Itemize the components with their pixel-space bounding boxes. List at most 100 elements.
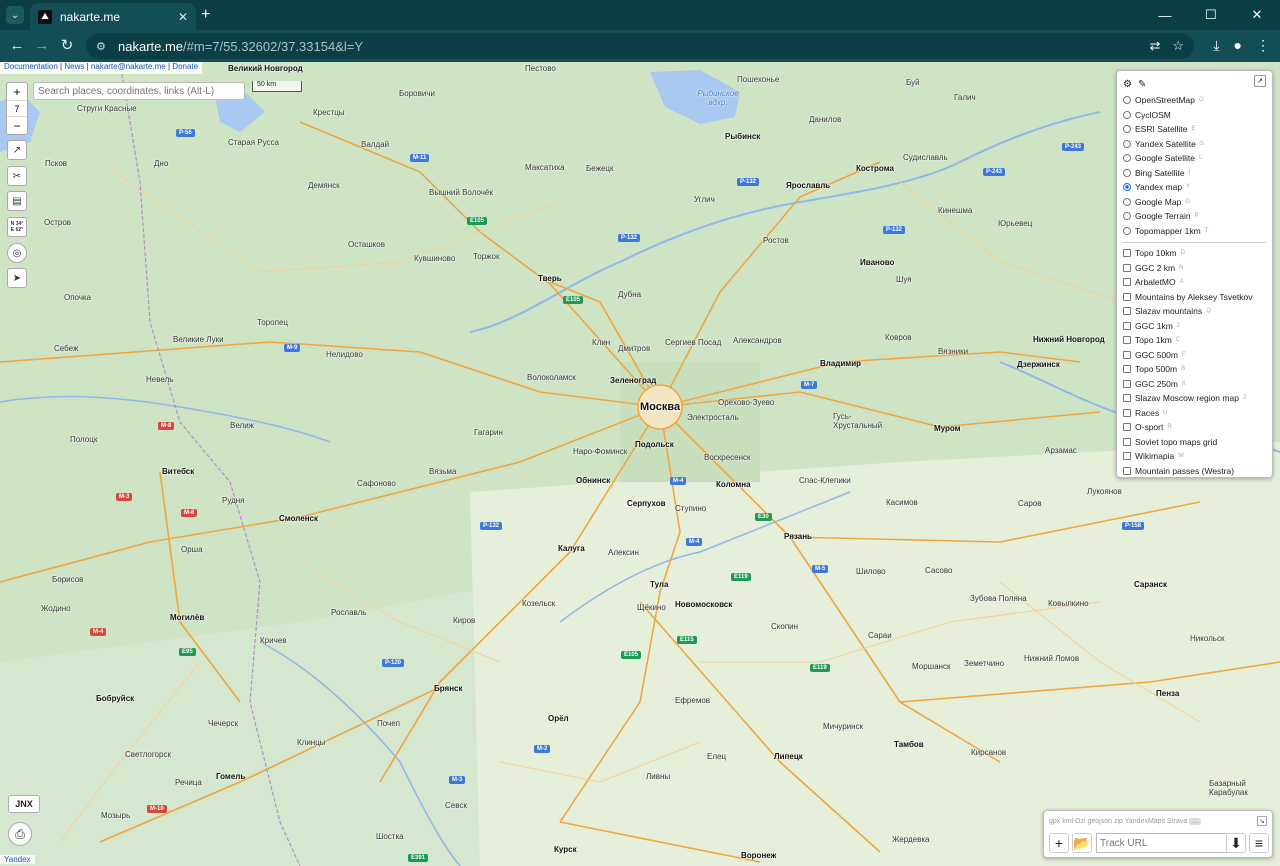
layer-radio[interactable] — [1123, 226, 1131, 235]
maximize-icon[interactable]: ☐ — [1188, 0, 1234, 30]
site-info-icon[interactable]: ⚙ — [96, 40, 110, 53]
reload-icon[interactable]: ↻ — [58, 37, 76, 55]
compass-icon[interactable]: ◎ — [7, 243, 27, 263]
layer-radio[interactable] — [1123, 183, 1131, 192]
layer-item[interactable]: Google Satellite L — [1123, 151, 1266, 166]
layer-radio[interactable] — [1123, 168, 1131, 177]
more-formats-button[interactable]: ... — [1189, 818, 1202, 825]
expand-icon[interactable]: ↗ — [1254, 75, 1266, 87]
layer-radio[interactable] — [1123, 96, 1131, 105]
track-url-input[interactable] — [1096, 833, 1228, 853]
print-icon[interactable]: ⎙ — [8, 822, 32, 846]
layer-item[interactable]: Slazav mountains Q — [1123, 304, 1266, 319]
close-window-icon[interactable]: ✕ — [1234, 0, 1280, 30]
layer-radio[interactable] — [1123, 139, 1131, 148]
more-menu-icon[interactable]: ⋮ — [1256, 37, 1270, 54]
layer-checkbox[interactable] — [1123, 336, 1131, 345]
layer-checkbox[interactable] — [1123, 350, 1131, 359]
layer-item[interactable]: Topo 500m B — [1123, 362, 1266, 377]
place-label: Осташков — [348, 240, 385, 249]
bookmark-star-icon[interactable]: ☆ — [1172, 38, 1184, 54]
layer-checkbox[interactable] — [1123, 263, 1131, 272]
tab-search-button[interactable]: ⌄ — [6, 6, 24, 24]
layer-checkbox[interactable] — [1123, 249, 1131, 258]
layer-item[interactable]: GGC 250m K — [1123, 377, 1266, 392]
track-menu-button[interactable]: ≡ — [1249, 833, 1269, 853]
add-track-button[interactable]: + — [1049, 833, 1069, 853]
layer-checkbox[interactable] — [1123, 321, 1131, 330]
layer-item[interactable]: Mountains by Aleksey Tsvetkov — [1123, 290, 1266, 305]
email-link[interactable]: nakarte@nakarte.me — [91, 62, 166, 71]
layer-checkbox[interactable] — [1123, 437, 1131, 446]
layer-radio[interactable] — [1123, 197, 1131, 206]
layer-radio[interactable] — [1123, 110, 1131, 119]
layer-item[interactable]: Slazav Moscow region map Z — [1123, 391, 1266, 406]
layer-checkbox[interactable] — [1123, 408, 1131, 417]
zoom-out-button[interactable]: − — [7, 117, 27, 134]
place-label: Вязники — [938, 347, 969, 356]
translate-icon[interactable]: ⇄ — [1149, 38, 1160, 54]
external-link-icon[interactable]: ↗ — [7, 140, 27, 160]
layer-item[interactable]: CyclOSM — [1123, 108, 1266, 123]
layer-checkbox[interactable] — [1123, 379, 1131, 388]
layer-checkbox[interactable] — [1123, 307, 1131, 316]
back-arrow-icon[interactable]: ← — [8, 37, 26, 55]
folder-icon: 📂 — [1073, 834, 1091, 851]
layer-item[interactable]: GGC 1km J — [1123, 319, 1266, 334]
search-input[interactable] — [33, 82, 245, 100]
layer-checkbox[interactable] — [1123, 452, 1131, 461]
minimize-icon[interactable]: — — [1142, 0, 1188, 30]
layer-item[interactable]: Yandex map Y — [1123, 180, 1266, 195]
layer-checkbox[interactable] — [1123, 292, 1131, 301]
coordinates-button[interactable]: N 34° E 62° — [7, 217, 27, 237]
open-file-button[interactable]: 📂 — [1072, 833, 1092, 853]
zoom-in-button[interactable]: + — [7, 83, 27, 100]
download-icon[interactable]: ⤓ — [1213, 37, 1219, 54]
layer-item[interactable]: ArbaletMO A — [1123, 275, 1266, 290]
layer-checkbox[interactable] — [1123, 423, 1131, 432]
forward-arrow-icon[interactable]: → — [33, 37, 51, 55]
close-tab-icon[interactable]: ✕ — [178, 10, 188, 24]
settings-gear-icon[interactable]: ⚙ — [1123, 79, 1132, 90]
documentation-link[interactable]: Documentation — [4, 62, 58, 71]
layer-item[interactable]: Topo 1km C — [1123, 333, 1266, 348]
place-label: Кричев — [260, 636, 287, 645]
profile-icon[interactable]: ● — [1234, 37, 1242, 54]
layer-item[interactable]: GGC 500m F — [1123, 348, 1266, 363]
layer-item[interactable]: Google Map G — [1123, 195, 1266, 210]
layer-checkbox[interactable] — [1123, 365, 1131, 374]
layer-item[interactable]: Soviet topo maps grid — [1123, 435, 1266, 450]
new-tab-button[interactable]: + — [201, 6, 210, 24]
layer-radio[interactable] — [1123, 212, 1131, 221]
layer-checkbox[interactable] — [1123, 466, 1131, 475]
yandex-attribution[interactable]: Yandex — [0, 855, 35, 864]
layer-item[interactable]: Bing Satellite I — [1123, 166, 1266, 181]
layer-radio[interactable] — [1123, 154, 1131, 163]
layer-item[interactable]: O-sport R — [1123, 420, 1266, 435]
edit-pencil-icon[interactable]: ✎ — [1138, 79, 1146, 90]
map-canvas[interactable]: Великий Новгород Москва Тверь Ярославль … — [0, 62, 1280, 866]
layer-item[interactable]: Races U — [1123, 406, 1266, 421]
address-bar[interactable]: ⚙ nakarte.me /#m=7/55.32602/37.33154&l=Y… — [86, 33, 1194, 59]
layer-checkbox[interactable] — [1123, 394, 1131, 403]
layer-item[interactable]: ESRI Satellite E — [1123, 122, 1266, 137]
collapse-icon[interactable]: ↘ — [1257, 816, 1267, 826]
layers-stack-icon[interactable]: ▤ — [7, 191, 27, 211]
jnx-button[interactable]: JNX — [8, 795, 40, 813]
download-track-button[interactable]: ⬇ — [1226, 833, 1246, 853]
layer-item[interactable]: Topo 10km D — [1123, 246, 1266, 261]
layer-item[interactable]: OpenStreetMap O — [1123, 93, 1266, 108]
news-link[interactable]: News — [64, 62, 84, 71]
layer-radio[interactable] — [1123, 125, 1131, 134]
layer-item[interactable]: Google Terrain P — [1123, 209, 1266, 224]
browser-tab[interactable]: ⛰ nakarte.me ✕ — [30, 3, 196, 30]
locate-me-icon[interactable]: ➤ — [7, 268, 27, 288]
layer-item[interactable]: Yandex Satellite S — [1123, 137, 1266, 152]
layer-item[interactable]: Topomapper 1km T — [1123, 224, 1266, 239]
donate-link[interactable]: Donate — [172, 62, 198, 71]
layer-item[interactable]: Mountain passes (Westra) — [1123, 464, 1266, 479]
layer-checkbox[interactable] — [1123, 278, 1131, 287]
layer-item[interactable]: GGC 2 km N — [1123, 261, 1266, 276]
measure-tool-icon[interactable]: ✂ — [7, 166, 27, 186]
layer-item[interactable]: Wikimapia W — [1123, 449, 1266, 464]
